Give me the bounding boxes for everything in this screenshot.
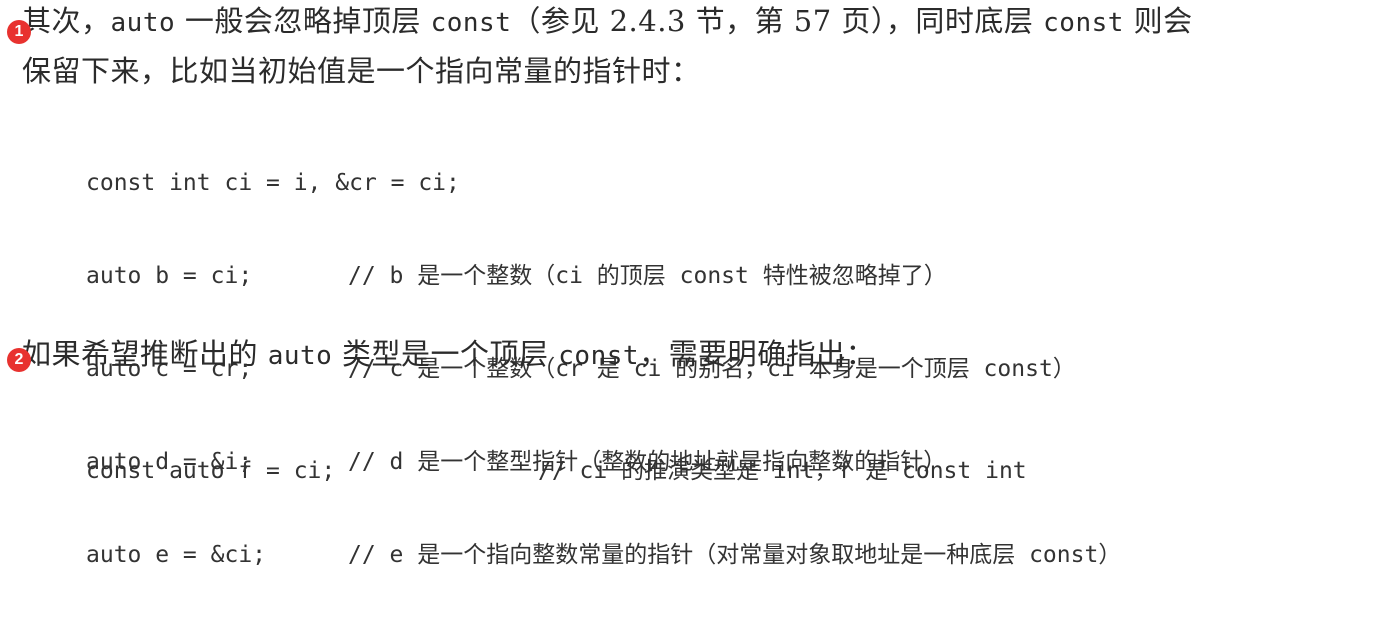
code-comment: // ci 的推演类型是 int，f 是 const int: [538, 458, 1027, 484]
paragraph-line-1: 如果希望推断出的 auto 类型是一个顶层 const，需要明确指出：: [22, 330, 875, 380]
document-page: 其次，auto 一般会忽略掉顶层 const（参见 2.4.3 节，第 57 页…: [0, 0, 1389, 568]
code-keyword-const: const: [558, 341, 640, 371]
text-segment: 类型是一个顶层: [332, 337, 559, 371]
code-comment: // b 是一个整数（ci 的顶层 const 特性被忽略掉了）: [348, 263, 947, 289]
paragraph-top-level-const: 如果希望推断出的 auto 类型是一个顶层 const，需要明确指出：: [22, 330, 875, 380]
text-segment: （参见 2.4.3 节，第 57 页），同时底层: [511, 4, 1044, 38]
code-line: const int ci = i, &cr = ci;: [86, 163, 1121, 204]
code-keyword-const: const: [430, 8, 512, 38]
annotation-badge-1[interactable]: 1: [7, 20, 31, 44]
text-segment: 则会: [1123, 4, 1193, 38]
code-statement: auto b = ci;: [86, 263, 253, 289]
code-keyword-const: const: [1043, 8, 1124, 38]
paragraph-line-2: 保留下来，比如当初始值是一个指向常量的指针时：: [22, 54, 701, 88]
code-statement: const int ci = i, &cr = ci;: [86, 170, 460, 196]
paragraph-auto-const: 其次，auto 一般会忽略掉顶层 const（参见 2.4.3 节，第 57 页…: [22, 0, 1193, 95]
text-segment: 如果希望推断出的: [22, 337, 268, 371]
code-line: const auto f = ci; // ci 的推演类型是 int，f 是 c…: [86, 451, 1027, 492]
text-segment: 其次，: [22, 4, 111, 38]
code-statement: const auto f = ci;: [86, 458, 336, 484]
code-block-2: const auto f = ci; // ci 的推演类型是 int，f 是 c…: [86, 399, 1027, 544]
text-segment: ，需要明确指出：: [639, 337, 876, 371]
code-keyword-auto: auto: [110, 8, 176, 38]
annotation-badge-2[interactable]: 2: [7, 348, 31, 372]
paragraph-line-1: 其次，auto 一般会忽略掉顶层 const（参见 2.4.3 节，第 57 页…: [22, 0, 1193, 47]
text-segment: 一般会忽略掉顶层: [175, 4, 431, 38]
code-line: auto b = ci; // b 是一个整数（ci 的顶层 const 特性被忽…: [86, 256, 1121, 297]
code-keyword-auto: auto: [267, 341, 333, 371]
